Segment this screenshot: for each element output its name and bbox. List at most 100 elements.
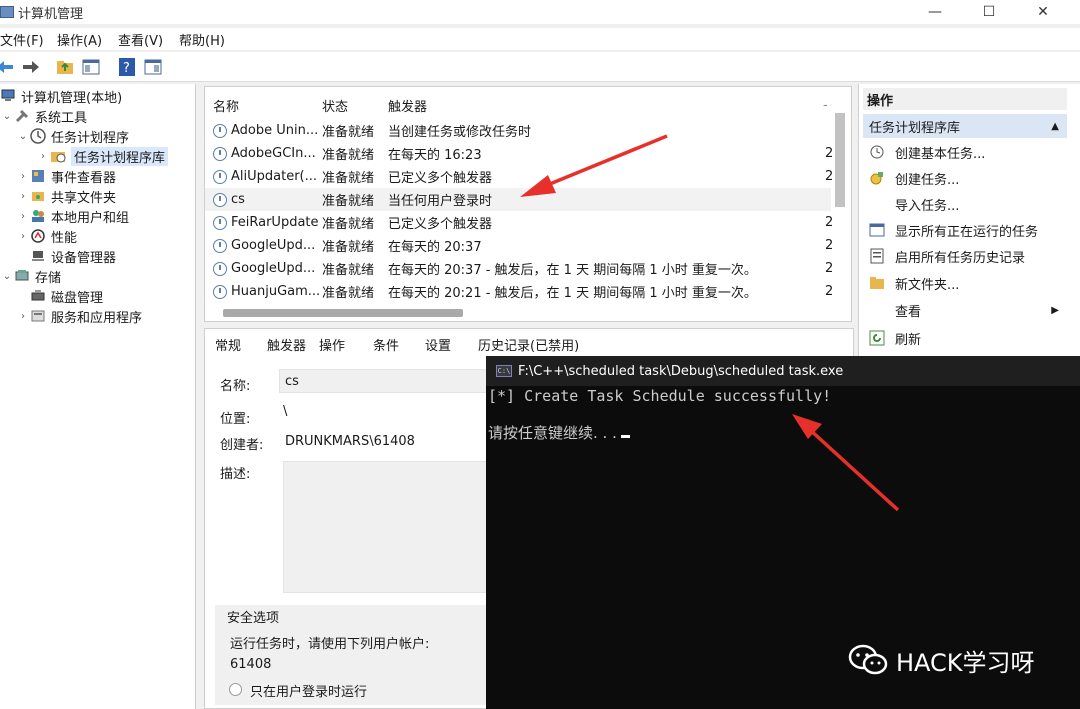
computer-management-icon [0, 6, 14, 18]
task-clock-icon [213, 169, 227, 184]
action-view[interactable]: 查看 ▶ [863, 298, 1067, 322]
tree-item-services[interactable]: › 服务和应用程序 [16, 306, 142, 326]
chevron-down-icon[interactable]: ⌄ [0, 271, 14, 282]
menu-bar: 文件(F) 操作(A) 查看(V) 帮助(H) [0, 28, 1080, 50]
action-refresh[interactable]: 刷新 [863, 326, 1067, 350]
task-list-vertical-scrollbar[interactable] [835, 113, 845, 207]
console-app-icon: C:\ [496, 365, 512, 377]
back-arrow-icon[interactable] [0, 56, 16, 78]
folder-clock-icon [50, 148, 66, 164]
tab-general[interactable]: 常规 [215, 335, 242, 354]
column-trigger[interactable]: 触发器 [388, 96, 427, 115]
menu-view[interactable]: 查看(V) [118, 30, 171, 49]
tree-item-task-library[interactable]: › 任务计划程序库 [36, 146, 169, 166]
column-name[interactable]: 名称 [213, 96, 239, 115]
show-hide-tree-icon[interactable] [80, 56, 102, 78]
table-row[interactable]: AdobeGCIn... 准备就绪 在每天的 16:23 2 [205, 142, 833, 165]
action-enable-history[interactable]: 启用所有任务历史记录 [863, 244, 1067, 268]
maximize-button[interactable]: ☐ [966, 0, 1012, 24]
actions-section-task-library[interactable]: 任务计划程序库 ▲ [863, 114, 1067, 138]
menu-help[interactable]: 帮助(H) [179, 30, 233, 49]
up-folder-icon[interactable] [54, 56, 76, 78]
action-pane-icon[interactable] [142, 56, 164, 78]
console-output-line-1: [*] Create Task Schedule successfully! [488, 387, 832, 405]
radio-logged-on-only[interactable] [229, 683, 242, 696]
description-field[interactable] [283, 461, 488, 593]
console-titlebar: C:\ F:\C++\scheduled task\Debug\schedule… [486, 356, 1080, 386]
chevron-down-icon[interactable]: ⌄ [0, 111, 14, 122]
tab-history[interactable]: 历史记录(已禁用) [478, 335, 579, 354]
tree-item-performance[interactable]: › 性能 [16, 226, 77, 246]
chevron-right-icon[interactable]: › [16, 311, 30, 322]
tab-triggers[interactable]: 触发器 [267, 335, 306, 354]
description-label: 描述: [220, 467, 251, 482]
table-row[interactable]: HuanjuGam... 准备就绪 在每天的 20:21 - 触发后，在 1 天… [205, 280, 833, 303]
task-list: 名称 状态 触发器 - Adobe Unin... 准备就绪 当创建任务或修改任… [204, 86, 852, 322]
tab-actions[interactable]: 操作 [319, 335, 345, 354]
task-clock-icon [213, 123, 227, 138]
disk-icon [30, 288, 46, 304]
action-create-task[interactable]: 创建任务... [863, 166, 1067, 190]
column-status[interactable]: 状态 [322, 96, 348, 115]
location-value: \ [283, 404, 288, 419]
submenu-arrow-icon: ▶ [1051, 304, 1059, 316]
tools-icon [14, 108, 30, 124]
chevron-right-icon[interactable]: › [16, 211, 30, 222]
name-field[interactable] [279, 369, 489, 393]
forward-arrow-icon[interactable] [20, 56, 42, 78]
task-list-horizontal-scrollbar[interactable] [223, 309, 463, 317]
chevron-right-icon[interactable]: › [16, 171, 30, 182]
action-create-basic-task[interactable]: 创建基本任务... [863, 140, 1067, 164]
history-icon [869, 248, 885, 264]
tab-conditions[interactable]: 条件 [373, 335, 399, 354]
tree-item-event-viewer[interactable]: › 事件查看器 [16, 166, 116, 186]
table-row[interactable]: FeiRarUpdate 准备就绪 已定义多个触发器 2 [205, 211, 833, 234]
menu-file[interactable]: 文件(F) [0, 30, 52, 49]
action-new-folder[interactable]: 新文件夹... [863, 271, 1067, 295]
column-more[interactable]: - [823, 98, 828, 113]
watermark: HACK学习呀 [848, 642, 1035, 678]
new-folder-icon [869, 275, 885, 291]
minimize-button[interactable]: — [912, 0, 958, 24]
table-row[interactable]: GoogleUpd... 准备就绪 在每天的 20:37 2 [205, 234, 833, 257]
console-title: F:\C++\scheduled task\Debug\scheduled ta… [518, 363, 844, 379]
tree-item-local-users[interactable]: › 本地用户和组 [16, 206, 129, 226]
help-icon[interactable]: ? [116, 56, 138, 78]
name-value: cs [285, 374, 299, 389]
tree-item-storage[interactable]: ⌄ 存储 [0, 266, 61, 286]
watermark-text: HACK学习呀 [896, 648, 1035, 677]
running-tasks-icon [869, 222, 885, 238]
device-manager-icon [30, 248, 46, 264]
tree-item-root[interactable]: 计算机管理(本地) [0, 86, 122, 106]
actions-header: 操作 [863, 88, 1067, 110]
event-viewer-icon [30, 168, 46, 184]
table-row[interactable]: AliUpdater(... 准备就绪 已定义多个触发器 2 [205, 165, 833, 188]
shared-folder-icon [30, 188, 46, 204]
table-row[interactable]: GoogleUpd... 准备就绪 在每天的 20:37 - 触发后，在 1 天… [205, 257, 833, 280]
tree-item-task-scheduler[interactable]: ⌄ 任务计划程序 [16, 126, 129, 146]
task-clock-icon [213, 238, 227, 253]
chevron-right-icon[interactable]: › [16, 231, 30, 242]
task-clock-icon [213, 215, 227, 230]
menu-action[interactable]: 操作(A) [57, 30, 110, 49]
table-row[interactable]: Adobe Unin... 准备就绪 当创建任务或修改任务时 [205, 119, 831, 142]
navigation-tree: 计算机管理(本地) ⌄ 系统工具 ⌄ 任务计划程序 › 任务计划程序库 › 事件… [0, 84, 196, 709]
chevron-right-icon[interactable]: › [16, 191, 30, 202]
tree-item-shared-folders[interactable]: › 共享文件夹 [16, 186, 116, 206]
performance-icon [30, 228, 46, 244]
action-import-task[interactable]: 导入任务... [863, 192, 1067, 216]
tree-item-device-manager[interactable]: 设备管理器 [30, 246, 116, 266]
window-title: 计算机管理 [18, 6, 84, 22]
author-label: 创建者: [220, 438, 264, 453]
close-button[interactable]: ✕ [1020, 0, 1066, 24]
chevron-down-icon[interactable]: ⌄ [16, 131, 30, 142]
chevron-right-icon[interactable]: › [36, 151, 50, 162]
tab-settings[interactable]: 设置 [425, 335, 451, 354]
tree-item-system-tools[interactable]: ⌄ 系统工具 [0, 106, 87, 126]
wechat-logo-icon [848, 644, 888, 676]
run-as-value: 61408 [230, 657, 272, 672]
tree-item-disk-management[interactable]: 磁盘管理 [30, 286, 103, 306]
collapse-arrow-icon[interactable]: ▲ [1051, 121, 1059, 132]
table-row-selected[interactable]: cs 准备就绪 当任何用户登录时 [205, 188, 831, 211]
action-show-running-tasks[interactable]: 显示所有正在运行的任务 [863, 218, 1067, 242]
